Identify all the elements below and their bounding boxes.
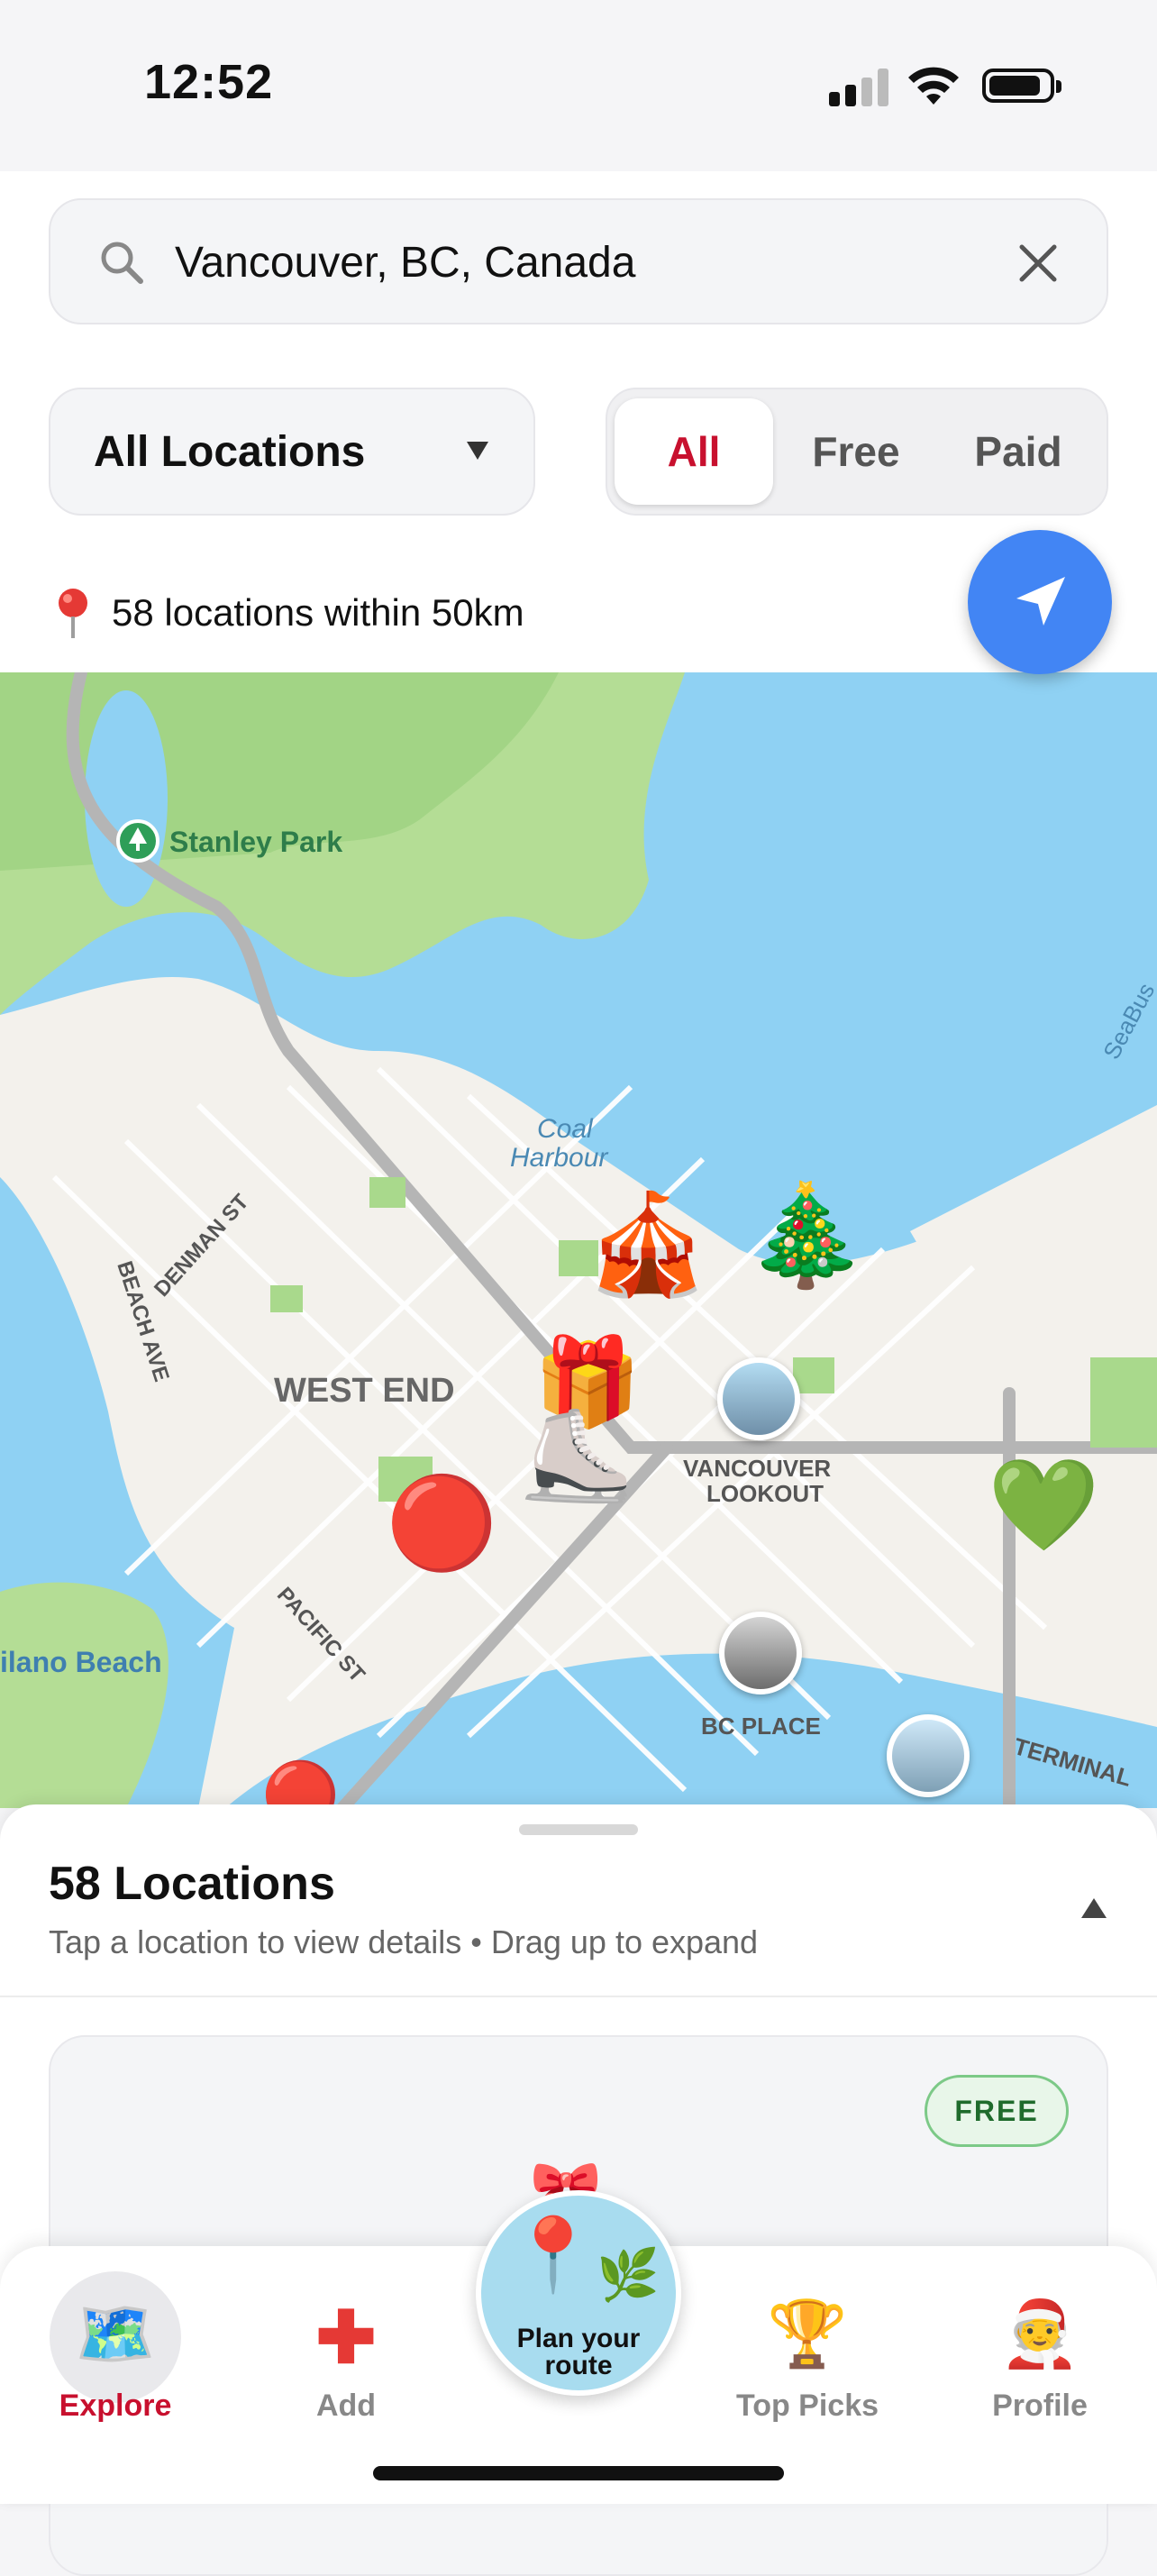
segment-paid[interactable]: Paid bbox=[939, 398, 1098, 505]
location-pin-icon bbox=[59, 589, 87, 638]
location-dropdown-label: All Locations bbox=[94, 428, 366, 476]
map-label-coal: Coal bbox=[537, 1114, 593, 1144]
segment-free[interactable]: Free bbox=[777, 398, 935, 505]
free-badge: FREE bbox=[925, 2075, 1069, 2147]
navigation-arrow-icon bbox=[1016, 577, 1065, 626]
clear-search-icon[interactable] bbox=[1015, 240, 1061, 287]
map-label-lookout: LOOKOUT bbox=[706, 1480, 824, 1507]
map-view[interactable]: Stanley Park Coal Harbour DENMAN ST BEAC… bbox=[0, 672, 1157, 1808]
tab-explore-label: Explore bbox=[59, 2389, 172, 2423]
tab-profile-label: Profile bbox=[992, 2389, 1088, 2423]
route-pin-icon: 📍 bbox=[508, 2215, 598, 2295]
map-label-vancouver: VANCOUVER bbox=[683, 1455, 832, 1482]
ornament-marker[interactable]: 🔴 bbox=[386, 1478, 498, 1568]
sheet-drag-handle[interactable] bbox=[519, 1824, 638, 1835]
price-segmented-control: All Free Paid bbox=[606, 388, 1108, 516]
home-indicator bbox=[373, 2466, 784, 2480]
tab-profile[interactable]: 🧑‍🎄 Profile bbox=[941, 2246, 1139, 2444]
segment-all[interactable]: All bbox=[615, 398, 773, 505]
my-location-button[interactable] bbox=[968, 530, 1112, 674]
battery-icon bbox=[982, 69, 1061, 103]
search-icon bbox=[101, 242, 143, 284]
results-summary-text: 58 locations within 50km bbox=[112, 591, 524, 634]
christmas-tree-marker[interactable]: 🎄 bbox=[744, 1186, 868, 1285]
market-stall-marker[interactable]: 🎪 bbox=[586, 1195, 709, 1294]
map-label-bc-place: BC PLACE bbox=[701, 1713, 821, 1740]
wifi-icon bbox=[908, 67, 959, 105]
tab-explore[interactable]: 🗺️ Explore bbox=[16, 2246, 214, 2444]
filter-bar: All Locations All Free Paid bbox=[0, 361, 1157, 555]
ice-skate-marker[interactable]: ⛸️ bbox=[521, 1411, 633, 1502]
vancouver-lookout-poi[interactable] bbox=[717, 1357, 800, 1440]
ornament-marker-partial[interactable]: 🔴 bbox=[261, 1763, 340, 1808]
add-icon: ✚ bbox=[315, 2297, 377, 2378]
search-section bbox=[0, 171, 1157, 362]
tab-add[interactable]: ✚ Add bbox=[247, 2246, 445, 2444]
tab-top-picks[interactable]: 🏆 Top Picks bbox=[708, 2246, 906, 2444]
search-input[interactable] bbox=[173, 220, 988, 305]
gift-heart-marker[interactable]: 💚 bbox=[988, 1460, 1100, 1550]
tab-top-picks-label: Top Picks bbox=[735, 2389, 879, 2423]
map-label-kitsilano-beach: ilano Beach bbox=[0, 1646, 162, 1678]
plan-route-line2: route bbox=[544, 2351, 613, 2380]
search-box bbox=[49, 198, 1108, 324]
status-time: 12:52 bbox=[144, 55, 274, 109]
plan-route-button[interactable]: 📍 🌿 Plan your route bbox=[476, 2190, 681, 2396]
tab-add-label: Add bbox=[315, 2389, 377, 2423]
map-label-stanley-park: Stanley Park bbox=[169, 826, 343, 858]
plan-route-line1: Plan your bbox=[516, 2324, 641, 2353]
location-dropdown[interactable]: All Locations bbox=[49, 388, 535, 516]
holly-icon: 🌿 bbox=[597, 2246, 660, 2303]
sheet-divider bbox=[0, 1996, 1157, 1997]
caret-down-icon bbox=[467, 442, 488, 460]
expand-sheet-icon[interactable] bbox=[1081, 1898, 1107, 1918]
sheet-subtitle: Tap a location to view details • Drag up… bbox=[49, 1923, 759, 1960]
santa-avatar-icon: 🧑‍🎄 bbox=[999, 2298, 1080, 2370]
plan-route-label: Plan your route bbox=[481, 2325, 676, 2380]
science-world-poi[interactable] bbox=[887, 1714, 970, 1797]
park-icon bbox=[116, 819, 159, 863]
map-icon: 🗺️ bbox=[75, 2298, 156, 2370]
trophy-icon: 🏆 bbox=[767, 2298, 848, 2370]
sheet-title: 58 Locations bbox=[49, 1858, 335, 1910]
bc-place-poi[interactable] bbox=[719, 1612, 802, 1694]
status-bar: 12:52 bbox=[0, 0, 1157, 171]
cellular-signal-icon bbox=[829, 67, 892, 106]
map-label-harbour: Harbour bbox=[510, 1143, 608, 1173]
map-label-west-end: WEST END bbox=[274, 1372, 455, 1410]
